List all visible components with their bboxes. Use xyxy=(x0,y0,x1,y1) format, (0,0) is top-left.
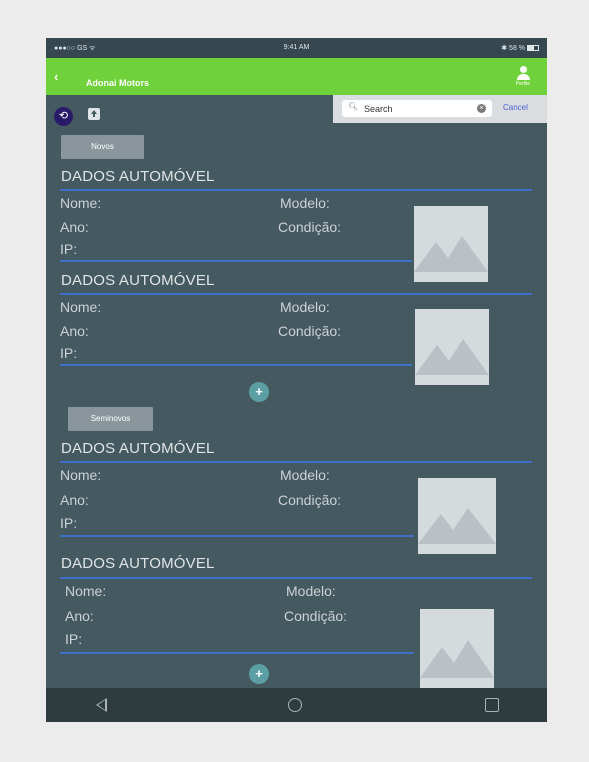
battery-text: ✱ 58 % xyxy=(501,45,525,52)
back-circle-icon[interactable]: ⟲ xyxy=(54,107,73,126)
search-input[interactable]: 🔍︎ Search × xyxy=(342,100,492,117)
nav-back-icon[interactable] xyxy=(96,698,107,712)
card-divider xyxy=(60,535,414,537)
field-nome: Nome: xyxy=(60,299,102,315)
back-chevron-icon[interactable]: ‹ xyxy=(54,69,58,84)
app-title: Adonai Motors xyxy=(86,78,149,88)
section-seminovos-button[interactable]: Seminovos xyxy=(68,407,153,431)
field-nome: Nome: xyxy=(60,467,102,483)
field-modelo: Modelo: xyxy=(280,195,330,211)
search-icon: 🔍︎ xyxy=(348,102,359,111)
system-nav-bar xyxy=(46,688,547,722)
field-ip: IP: xyxy=(60,515,78,531)
card-divider xyxy=(60,652,414,654)
cancel-button[interactable]: Cancel xyxy=(503,103,528,112)
field-modelo: Modelo: xyxy=(280,299,330,315)
battery-icon xyxy=(527,45,539,52)
image-placeholder-icon[interactable] xyxy=(420,609,494,688)
profile-icon-body xyxy=(516,74,530,80)
main-content: ⟲ 🔍︎ Search × Cancel Novos DADOS AUTOMÓV… xyxy=(46,95,547,688)
card-title: DADOS AUTOMÓVEL xyxy=(61,555,215,572)
card-title: DADOS AUTOMÓVEL xyxy=(61,272,215,289)
field-condicao: Condição: xyxy=(284,608,348,624)
field-ano: Ano: xyxy=(65,608,94,624)
share-icon[interactable] xyxy=(88,108,100,120)
card-divider xyxy=(60,189,532,191)
field-ano: Ano: xyxy=(60,492,89,508)
status-time: 9:41 AM xyxy=(283,44,310,51)
field-ano: Ano: xyxy=(60,323,89,339)
field-modelo: Modelo: xyxy=(286,583,336,599)
status-bar: ●●●○○ GS ᯤ 9:41 AM ✱ 58 % xyxy=(46,38,547,58)
add-icon[interactable]: + xyxy=(249,382,269,402)
card-divider xyxy=(60,293,532,295)
card-title: DADOS AUTOMÓVEL xyxy=(61,168,215,185)
search-bar: 🔍︎ Search × Cancel xyxy=(333,95,547,123)
card-divider xyxy=(60,260,412,262)
image-placeholder-icon[interactable] xyxy=(415,309,489,385)
card-title: DADOS AUTOMÓVEL xyxy=(61,440,215,457)
section-novos-button[interactable]: Novos xyxy=(61,135,144,159)
field-ip: IP: xyxy=(65,631,83,647)
add-icon[interactable]: + xyxy=(249,664,269,684)
field-ano: Ano: xyxy=(60,219,89,235)
card-divider xyxy=(60,461,532,463)
field-modelo: Modelo: xyxy=(280,467,330,483)
image-placeholder-icon[interactable] xyxy=(418,478,496,554)
field-condicao: Condição: xyxy=(278,219,342,235)
card-divider xyxy=(60,577,532,579)
search-value: Search xyxy=(364,104,393,114)
profile-label: Perfile xyxy=(515,81,531,87)
profile-icon xyxy=(519,66,527,73)
field-ip: IP: xyxy=(60,241,78,257)
profile-button[interactable]: Perfile xyxy=(511,66,535,92)
field-nome: Nome: xyxy=(60,195,102,211)
field-nome: Nome: xyxy=(65,583,107,599)
image-placeholder-icon[interactable] xyxy=(414,206,488,282)
device-screen: ●●●○○ GS ᯤ 9:41 AM ✱ 58 % ‹ Adonai Motor… xyxy=(46,38,547,722)
nav-home-icon[interactable] xyxy=(288,698,302,712)
field-ip: IP: xyxy=(60,345,78,361)
field-condicao: Condição: xyxy=(278,492,342,508)
field-condicao: Condição: xyxy=(278,323,342,339)
battery-status: ✱ 58 % xyxy=(501,44,539,52)
clear-icon[interactable]: × xyxy=(477,104,486,113)
app-bar: ‹ Adonai Motors Perfile xyxy=(46,58,547,95)
nav-recent-icon[interactable] xyxy=(485,698,499,712)
card-divider xyxy=(60,364,412,366)
